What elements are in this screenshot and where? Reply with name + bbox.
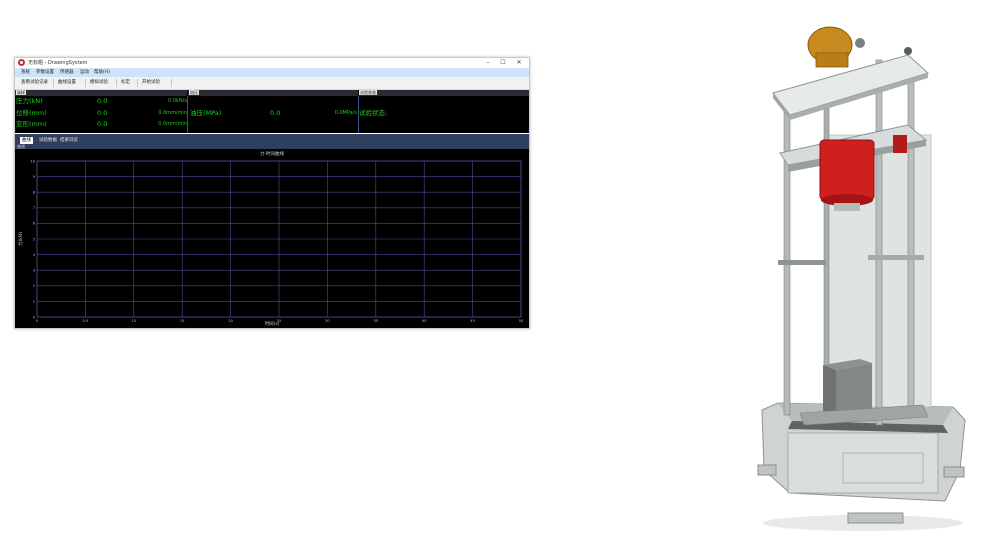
y-tick-label: 9 bbox=[33, 175, 36, 179]
minimize-button[interactable]: – bbox=[481, 58, 495, 68]
test-status-label: 试验状态: bbox=[359, 109, 388, 117]
x-tick-label: 45 bbox=[470, 319, 475, 323]
toolbar-divider bbox=[171, 79, 172, 87]
window-title: 无标题 - DrawingSystem bbox=[28, 60, 88, 66]
app-logo-icon bbox=[18, 59, 25, 66]
group-bar bbox=[359, 90, 529, 96]
x-tick-label: 35 bbox=[374, 319, 379, 323]
group-title-pressure: 加压 bbox=[189, 90, 199, 95]
x-tick-label: 30 bbox=[325, 319, 330, 323]
toolbar-divider bbox=[85, 79, 86, 87]
x-tick-label: 50 bbox=[519, 319, 524, 323]
chart-title: 力-时间曲线 bbox=[260, 150, 285, 157]
view-records-button[interactable]: 查看试验记录 bbox=[21, 79, 48, 87]
y-tick-label: 2 bbox=[33, 284, 35, 288]
maximize-button[interactable]: ☐ bbox=[496, 58, 510, 68]
oil-pressure-value: 0.0 bbox=[270, 109, 281, 117]
force-time-chart: 力-时间曲线 时间(s) 力(kN) 0 5.0 10 15 20 25 30 35 40 45 5… bbox=[17, 150, 524, 327]
column-divider bbox=[187, 96, 188, 133]
displacement-value: 0.0 bbox=[97, 109, 108, 117]
deformation-label: 变形(mm) bbox=[16, 120, 47, 128]
menu-sensor[interactable]: 传感器 bbox=[60, 68, 74, 77]
force-rate: 0.0kN/s bbox=[168, 98, 187, 104]
chart-y-label: 力(kN) bbox=[17, 232, 24, 246]
y-tick-label: 3 bbox=[33, 269, 35, 273]
oil-pressure-label: 油压(MPa) bbox=[190, 109, 222, 117]
close-button[interactable]: ✕ bbox=[512, 58, 526, 68]
chart-area: 力-时间曲线 时间(s) 力(kN) 0 5.0 10 15 20 25 30 35 40 45 5… bbox=[15, 149, 529, 328]
curve-settings-button[interactable]: 曲线设置 bbox=[58, 79, 76, 87]
x-tick-label: 0 bbox=[36, 319, 39, 323]
group-title-sample: 采样 bbox=[16, 90, 26, 95]
testing-machine-illustration bbox=[757, 26, 966, 531]
toolbar-divider bbox=[53, 79, 54, 87]
y-tick-label: 4 bbox=[33, 253, 36, 257]
x-tick-label: 25 bbox=[277, 319, 282, 323]
menu-system[interactable]: 系统 bbox=[21, 68, 30, 77]
calibrate-button[interactable]: 标定 bbox=[121, 79, 130, 87]
displacement-label: 位移(mm) bbox=[16, 109, 47, 117]
displacement-rate: 0.0mm/min bbox=[158, 110, 187, 116]
force-label: 压力(kN) bbox=[16, 97, 43, 105]
y-tick-label: 10 bbox=[30, 159, 35, 163]
y-tick-label: 6 bbox=[33, 222, 36, 226]
y-tick-label: 8 bbox=[33, 191, 36, 195]
toolbar-divider bbox=[137, 79, 138, 87]
menu-motion[interactable]: 运动 bbox=[80, 68, 89, 77]
readout-panel: 采样 加压 试验状态 压力(kN) 0.0 0.0kN/s 位移(mm) 0.0… bbox=[15, 90, 529, 133]
app-window: 无标题 - DrawingSystem – ☐ ✕ 系统 参数设置 传感器 运动… bbox=[14, 57, 530, 329]
y-tick-label: 1 bbox=[33, 300, 35, 304]
toolbar-divider bbox=[116, 79, 117, 87]
y-tick-label: 5 bbox=[33, 237, 35, 241]
x-tick-label: 15 bbox=[180, 319, 185, 323]
deformation-rate: 0.0mm/min bbox=[158, 121, 187, 127]
group-title-status: 试验状态 bbox=[359, 90, 377, 95]
x-tick-label: 5.0 bbox=[83, 319, 89, 323]
x-tick-label: 40 bbox=[422, 319, 427, 323]
deformation-value: 0.0 bbox=[97, 120, 108, 128]
tab-curve[interactable]: 曲线 bbox=[20, 137, 33, 144]
y-tick-label: 7 bbox=[33, 206, 35, 210]
group-bar bbox=[15, 90, 187, 96]
tab-test-data[interactable]: 试验数据 bbox=[37, 137, 59, 144]
toolbar: 查看试验记录 曲线设置 模拟试验 标定 开始试验 bbox=[15, 77, 529, 90]
force-value: 0.0 bbox=[97, 97, 108, 105]
tab-results[interactable]: 结果浏览 bbox=[58, 137, 80, 144]
menu-params[interactable]: 参数设置 bbox=[36, 68, 54, 77]
oil-pressure-rate: 0.0MPa/s bbox=[334, 110, 357, 116]
menu-bar: 系统 参数设置 传感器 运动 帮助(H) bbox=[15, 68, 529, 77]
simulate-test-button[interactable]: 模拟试验 bbox=[90, 79, 108, 87]
title-bar: 无标题 - DrawingSystem – ☐ ✕ bbox=[15, 58, 529, 68]
x-tick-label: 10 bbox=[132, 319, 137, 323]
x-tick-label: 20 bbox=[228, 319, 233, 323]
tab-bar: 曲线 试验数据 结果浏览 曲线 bbox=[15, 134, 529, 149]
start-test-button[interactable]: 开始试验 bbox=[142, 79, 160, 87]
menu-help[interactable]: 帮助(H) bbox=[94, 68, 110, 77]
group-bar bbox=[188, 90, 358, 96]
